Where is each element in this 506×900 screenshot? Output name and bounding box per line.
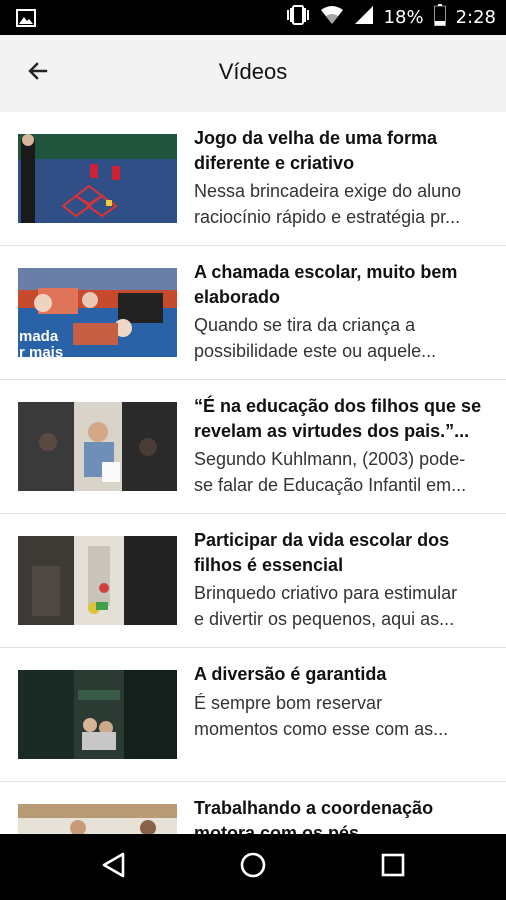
video-description: Nessa brincadeira exige do aluno raciocí… [194,178,490,230]
battery-icon [433,4,446,31]
video-list-item[interactable]: “É na educação dos filhos que se revelam… [0,380,506,514]
video-title-line: “É na educação dos filhos que se [194,396,482,416]
video-title-line: diferente e criativo [194,153,355,173]
vibrate-icon [286,5,310,30]
nav-home-icon [239,851,267,884]
video-description-line: raciocínio rápido e estratégia pr... [194,207,461,227]
image-icon [16,9,36,32]
video-description: Quando se tira da criança a possibilidad… [194,312,490,364]
video-description-line: e divertir os pequenos, aqui as... [194,609,455,629]
video-title-line: A chamada escolar, muito bem [194,262,458,282]
video-list[interactable]: Jogo da velha de uma forma diferente e c… [0,112,506,834]
video-description: É sempre bom reservar momentos como esse… [194,690,490,742]
video-list-item[interactable]: Jogo da velha de uma forma diferente e c… [0,112,506,246]
battery-percent: 18% [383,7,424,28]
signal-icon [354,5,374,30]
video-thumbnail [18,670,177,759]
video-title-line: motora com os pés [194,823,360,834]
video-list-item[interactable]: A diversão é garantida É sempre bom rese… [0,648,506,782]
video-thumbnail [18,804,177,834]
video-description-line: Quando se tira da criança a [194,315,416,335]
video-list-item[interactable]: Trabalhando a coordenação motora com os … [0,782,506,834]
video-title: Participar da vida escolar dos filhos é … [194,528,490,578]
video-list-item[interactable]: mada r mais A chamada escolar, muito bem… [0,246,506,380]
video-thumbnail [18,402,177,491]
video-title: A diversão é garantida [194,662,490,687]
video-description: Segundo Kuhlmann, (2003) pode- se falar … [194,446,490,498]
video-title-line: elaborado [194,287,281,307]
video-description-line: Brinquedo criativo para estimular [194,583,458,603]
video-description-line: se falar de Educação Infantil em... [194,475,467,495]
page-title: Vídeos [218,59,288,84]
video-title: Trabalhando a coordenação motora com os … [194,796,490,834]
video-title: Jogo da velha de uma forma diferente e c… [194,126,490,176]
video-title: “É na educação dos filhos que se revelam… [194,394,490,444]
wifi-icon [320,5,344,30]
video-description: Brinquedo criativo para estimular e dive… [194,580,490,632]
clock: 2:28 [455,7,496,28]
video-description-line: momentos como esse com as... [194,719,449,739]
video-title-line: Trabalhando a coordenação [194,798,434,818]
video-description-line: Nessa brincadeira exige do aluno [194,181,462,201]
video-thumbnail: mada r mais [18,268,177,357]
video-thumbnail [18,134,177,223]
video-title-line: revelam as virtudes dos pais.”... [194,421,470,441]
navigation-bar [0,834,506,900]
app-bar: Vídeos [0,35,506,112]
thumb-caption: r mais [19,344,63,357]
nav-home-button[interactable] [229,846,277,888]
nav-back-icon [101,852,127,883]
video-description-line: Segundo Kuhlmann, (2003) pode- [194,449,466,469]
video-title-line: Participar da vida escolar dos [194,530,450,550]
video-description-line: possibilidade este ou aquele... [194,341,437,361]
video-title-line: Jogo da velha de uma forma [194,128,438,148]
nav-back-button[interactable] [90,846,138,888]
video-title: A chamada escolar, muito bem elaborado [194,260,490,310]
thumb-caption: mada [19,328,59,345]
video-description-line: É sempre bom reservar [194,693,383,713]
video-title-line: filhos é essencial [194,555,344,575]
status-bar: 18% 2:28 [0,0,506,35]
video-list-item[interactable]: Participar da vida escolar dos filhos é … [0,514,506,648]
video-title-line: A diversão é garantida [194,664,387,684]
video-thumbnail [18,536,177,625]
nav-recents-button[interactable] [369,846,417,888]
nav-recents-icon [380,852,406,883]
